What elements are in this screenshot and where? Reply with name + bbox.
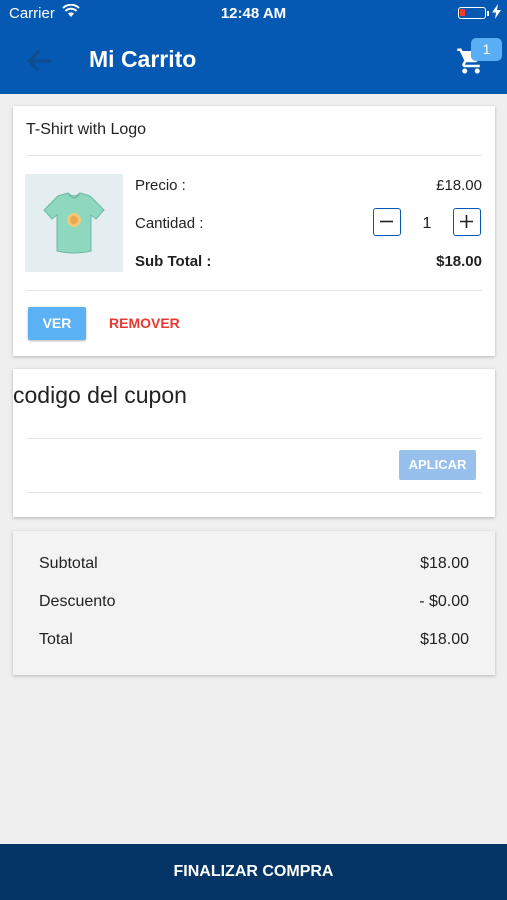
product-name: T-Shirt with Logo: [26, 121, 147, 138]
clock: 12:48 AM: [220, 5, 287, 22]
status-bar: Carrier 12:48 AM: [0, 0, 507, 28]
cart-count-badge: 1: [471, 38, 502, 61]
price-label: Precio :: [135, 177, 186, 194]
summary-total-value: $18.00: [420, 631, 469, 648]
product-image[interactable]: [25, 174, 123, 272]
coupon-card: codigo del cupon APLICAR: [13, 369, 495, 517]
summary-subtotal-label: Subtotal: [39, 555, 98, 572]
view-button[interactable]: VER: [28, 307, 86, 340]
apply-coupon-button[interactable]: APLICAR: [399, 450, 476, 480]
decrease-quantity-button[interactable]: [373, 208, 401, 236]
increase-quantity-button[interactable]: [453, 208, 481, 236]
page-title: Mi Carrito: [89, 46, 197, 72]
remove-button[interactable]: REMOVER: [109, 307, 180, 340]
app-bar: Mi Carrito 1: [0, 28, 507, 94]
back-arrow-icon[interactable]: [24, 48, 54, 74]
cart-item-card: T-Shirt with Logo Precio : £18.00 Cantid…: [13, 106, 495, 356]
battery-icon: [458, 7, 489, 19]
summary-total-label: Total: [39, 631, 73, 648]
divider: [26, 492, 482, 493]
summary-subtotal-value: $18.00: [420, 555, 469, 572]
divider: [26, 290, 482, 291]
price-value: £18.00: [436, 177, 482, 194]
order-summary-card: Subtotal $18.00 Descuento - $0.00 Total …: [13, 531, 495, 675]
checkout-button[interactable]: FINALIZAR COMPRA: [0, 844, 507, 900]
coupon-input[interactable]: codigo del cupon: [13, 382, 187, 409]
charging-icon: [492, 4, 501, 23]
divider: [26, 438, 482, 439]
divider: [26, 155, 482, 156]
summary-discount-value: - $0.00: [419, 593, 469, 610]
quantity-label: Cantidad :: [135, 215, 204, 232]
subtotal-value: $18.00: [436, 253, 482, 270]
summary-discount-label: Descuento: [39, 593, 116, 610]
quantity-value: 1: [422, 215, 432, 232]
subtotal-label: Sub Total :: [135, 253, 212, 270]
